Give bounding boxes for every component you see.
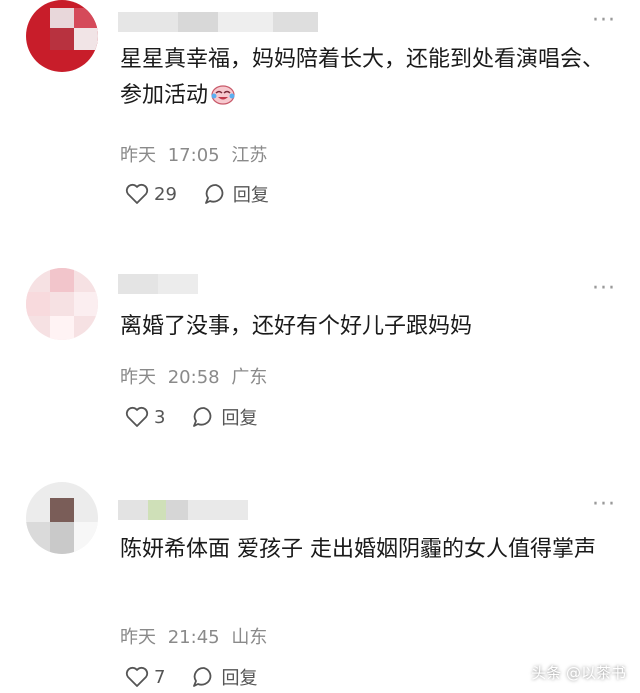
comment-text: 星星真幸福，妈妈陪着长大，还能到处看演唱会、参加活动 [120,42,620,114]
username-blurred[interactable] [118,12,318,32]
username-blurred[interactable] [118,500,248,520]
avatar[interactable] [26,0,98,72]
like-button[interactable]: 3 [124,405,165,429]
more-options-icon[interactable]: ··· [592,10,616,32]
comment-text: 离婚了没事，还好有个好儿子跟妈妈 [120,309,620,345]
like-button[interactable]: 7 [124,665,165,689]
like-button[interactable]: 29 [124,182,177,206]
chat-bubble-icon [193,407,212,427]
username-blurred[interactable] [118,274,198,294]
more-options-icon[interactable]: ··· [592,494,616,516]
comment-actions: 7 回复 [124,664,257,690]
comment-location: 山东 [231,627,268,648]
reply-button[interactable]: 回复 [191,404,257,430]
like-count: 7 [154,666,166,688]
heart-icon [125,406,149,427]
comment-text-content: 离婚了没事，还好有个好儿子跟妈妈 [120,314,473,339]
comment-actions: 3 回复 [124,404,257,430]
reply-label: 回复 [232,185,269,206]
watermark: 头条 @以茶书 [531,662,626,683]
comment-location: 江苏 [231,145,268,166]
reply-button[interactable]: 回复 [191,664,257,690]
watermark-text: 头条 @以茶书 [531,664,626,682]
chat-bubble-icon [193,667,212,687]
comment-date: 昨天 [120,627,156,648]
like-count: 3 [154,406,166,428]
comment-date: 昨天 [120,367,156,388]
like-count: 29 [154,183,177,205]
crying-laughing-emoji [211,85,235,105]
heart-icon [125,183,149,204]
comment-actions: 29 回复 [124,181,269,207]
comment-location: 广东 [231,367,268,388]
comment-text-content: 星星真幸福，妈妈陪着长大，还能到处看演唱会、参加活动 [120,47,605,108]
more-options-icon[interactable]: ··· [592,278,616,300]
comment-text: 陈妍希体面 爱孩子 走出婚姻阴霾的女人值得掌声 [120,532,620,568]
comment-text-content: 陈妍希体面 爱孩子 走出婚姻阴霾的女人值得掌声 [120,537,596,562]
comment-time: 21:45 [167,627,220,648]
heart-icon [125,666,149,687]
comment-meta: 昨天 21:45 山东 [120,623,267,649]
comment-meta: 昨天 20:58 广东 [120,363,267,389]
reply-label: 回复 [221,668,258,689]
chat-bubble-icon [205,184,224,204]
comment-date: 昨天 [120,145,156,166]
comment-time: 20:58 [167,367,220,388]
avatar[interactable] [26,268,98,340]
reply-button[interactable]: 回复 [203,181,269,207]
avatar[interactable] [26,482,98,554]
comment-time: 17:05 [167,145,220,166]
comment-meta: 昨天 17:05 江苏 [120,141,267,167]
reply-label: 回复 [221,408,258,429]
